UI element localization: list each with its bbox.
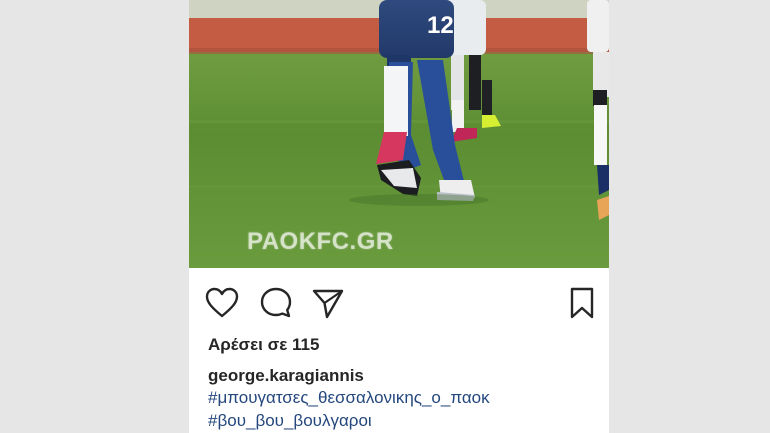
- screenshot-stage: 12 PAOKFC.GR Αρέσει σε 115 george.karagi…: [0, 0, 770, 433]
- jersey-number: 12: [427, 12, 454, 39]
- comment-bubble-icon[interactable]: [259, 286, 293, 320]
- heart-icon[interactable]: [205, 286, 239, 320]
- hashtag-link[interactable]: #βου_βου_βουλγαροι: [208, 411, 372, 431]
- instagram-post: 12 PAOKFC.GR Αρέσει σε 115 george.karagi…: [189, 0, 609, 433]
- post-username[interactable]: george.karagiannis: [208, 366, 364, 386]
- likes-count[interactable]: Αρέσει σε 115: [208, 335, 319, 355]
- post-action-bar: [189, 268, 609, 324]
- watermark: PAOKFC.GR: [247, 228, 394, 255]
- post-photo[interactable]: 12 PAOKFC.GR: [189, 0, 609, 268]
- paper-plane-icon[interactable]: [311, 286, 345, 320]
- bookmark-icon[interactable]: [565, 286, 599, 320]
- hashtag-link[interactable]: #μπουγατσες_θεσσαλονικης_ο_παοκ: [208, 388, 490, 408]
